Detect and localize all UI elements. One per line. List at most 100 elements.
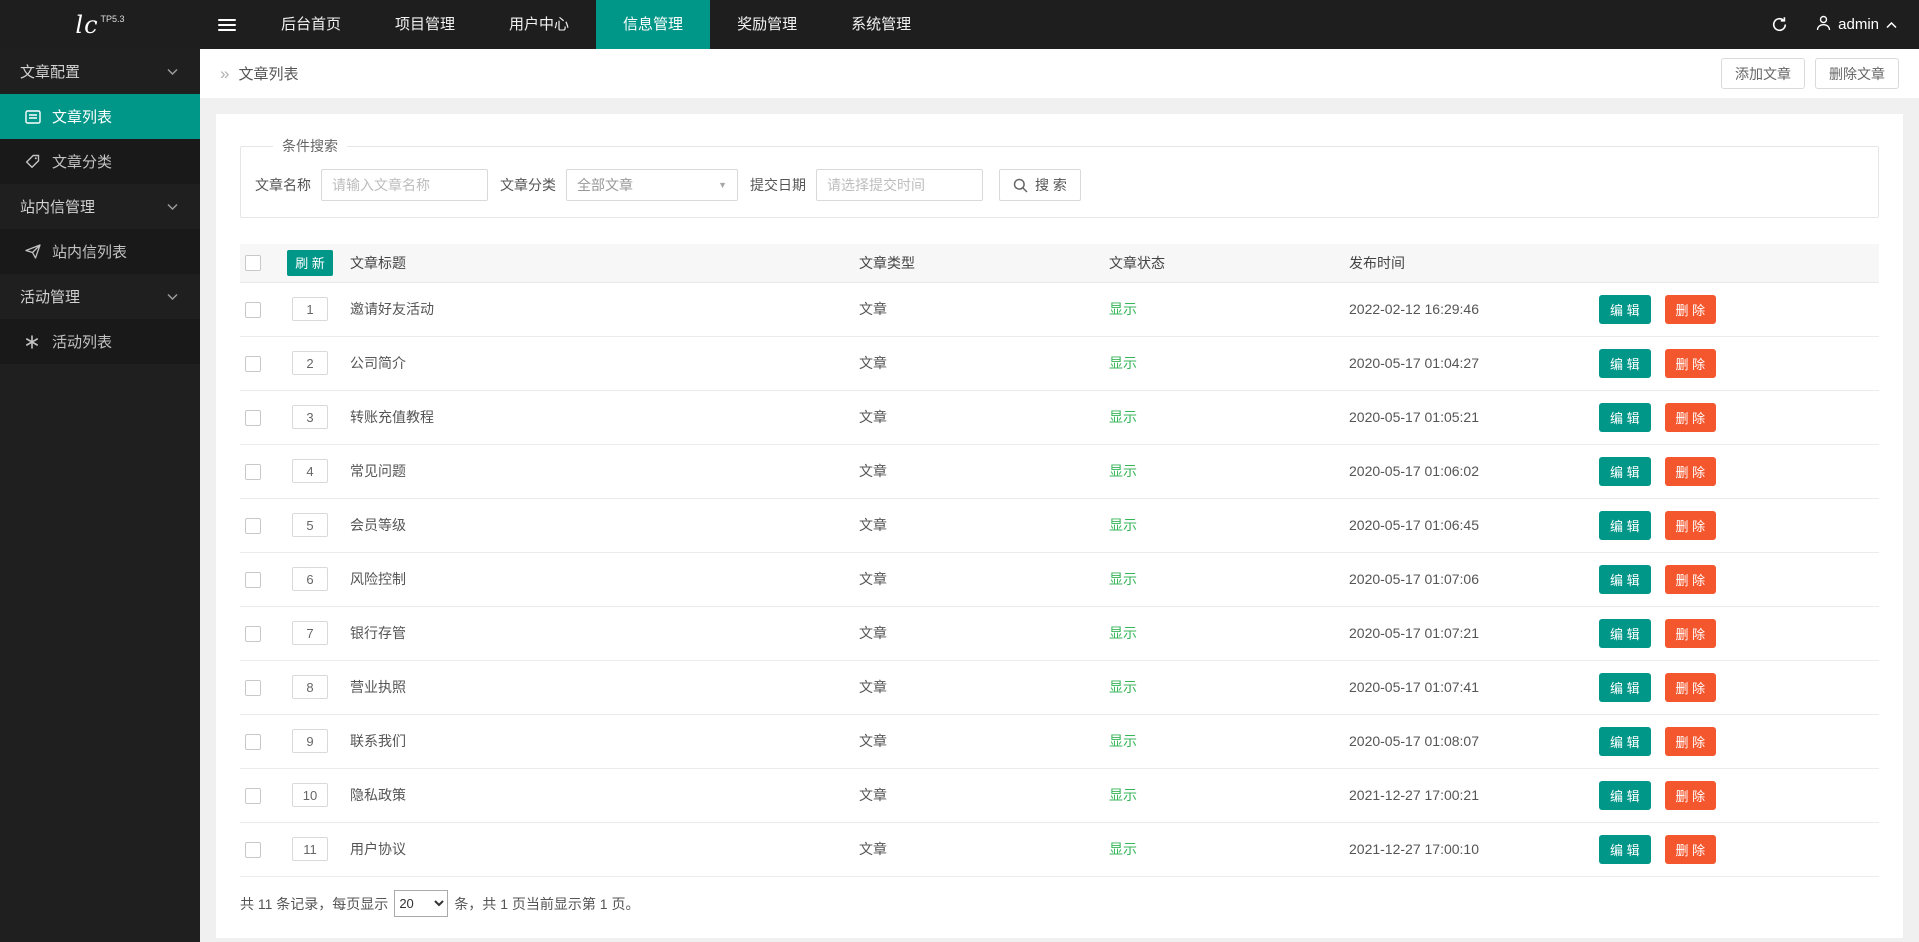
row-checkbox[interactable] xyxy=(245,734,261,750)
article-status[interactable]: 显示 xyxy=(1109,787,1137,803)
chevron-down-icon: ▼ xyxy=(718,180,727,190)
row-checkbox[interactable] xyxy=(245,842,261,858)
logo[interactable]: lc TP5.3 xyxy=(0,0,200,49)
article-name-input[interactable] xyxy=(321,169,488,201)
nav-item-3[interactable]: 用户中心 xyxy=(482,0,596,49)
edit-button[interactable]: 编 辑 xyxy=(1599,403,1651,432)
top-nav: 后台首页项目管理用户中心信息管理奖励管理系统管理 xyxy=(254,0,938,49)
publish-time: 2020-05-17 01:08:07 xyxy=(1349,714,1599,768)
article-status[interactable]: 显示 xyxy=(1109,517,1137,533)
article-title: 公司简介 xyxy=(340,336,859,390)
article-category-label: 文章分类 xyxy=(500,175,556,195)
row-checkbox[interactable] xyxy=(245,302,261,318)
page-size-select[interactable]: 20 xyxy=(394,890,448,917)
edit-button[interactable]: 编 辑 xyxy=(1599,673,1651,702)
category-select[interactable]: 全部文章 ▼ xyxy=(566,169,738,201)
delete-button[interactable]: 删 除 xyxy=(1665,835,1717,864)
delete-article-button[interactable]: 删除文章 xyxy=(1815,58,1899,89)
article-title: 联系我们 xyxy=(340,714,859,768)
refresh-icon[interactable] xyxy=(1758,0,1800,49)
row-checkbox[interactable] xyxy=(245,626,261,642)
sidebar-section-2[interactable]: 站内信管理 xyxy=(0,184,200,229)
pagination-prefix: 共 11 条记录，每页显示 xyxy=(240,894,388,914)
sidebar-item[interactable]: 站内信列表 xyxy=(0,229,200,274)
delete-button[interactable]: 删 除 xyxy=(1665,619,1717,648)
article-type: 文章 xyxy=(859,714,1109,768)
delete-button[interactable]: 删 除 xyxy=(1665,403,1717,432)
article-status[interactable]: 显示 xyxy=(1109,463,1137,479)
row-checkbox[interactable] xyxy=(245,788,261,804)
table-row: 7 银行存管 文章 显示 2020-05-17 01:07:21 编 辑 删 除 xyxy=(240,606,1879,660)
topbar: lc TP5.3 后台首页项目管理用户中心信息管理奖励管理系统管理 admin xyxy=(0,0,1919,49)
pagination-suffix: 条，共 1 页当前显示第 1 页。 xyxy=(454,894,639,914)
content-area: » 文章列表 添加文章 删除文章 条件搜索 文章名称 文章分类 全部文 xyxy=(200,49,1919,942)
article-status[interactable]: 显示 xyxy=(1109,733,1137,749)
edit-button[interactable]: 编 辑 xyxy=(1599,565,1651,594)
delete-button[interactable]: 删 除 xyxy=(1665,295,1717,324)
sidebar: 文章配置文章列表文章分类站内信管理站内信列表活动管理活动列表 xyxy=(0,49,200,942)
edit-button[interactable]: 编 辑 xyxy=(1599,619,1651,648)
breadcrumb-bar: » 文章列表 添加文章 删除文章 xyxy=(200,49,1919,98)
logo-version: TP5.3 xyxy=(101,14,125,24)
search-panel-legend: 条件搜索 xyxy=(273,136,347,156)
edit-button[interactable]: 编 辑 xyxy=(1599,457,1651,486)
row-checkbox[interactable] xyxy=(245,410,261,426)
search-button[interactable]: 搜 索 xyxy=(999,169,1081,201)
select-all-checkbox[interactable] xyxy=(245,255,261,271)
hamburger-icon[interactable] xyxy=(200,0,254,49)
edit-button[interactable]: 编 辑 xyxy=(1599,781,1651,810)
sidebar-item[interactable]: 文章列表 xyxy=(0,94,200,139)
sidebar-item[interactable]: 文章分类 xyxy=(0,139,200,184)
delete-button[interactable]: 删 除 xyxy=(1665,511,1717,540)
nav-item-6[interactable]: 系统管理 xyxy=(824,0,938,49)
article-status[interactable]: 显示 xyxy=(1109,409,1137,425)
delete-button[interactable]: 删 除 xyxy=(1665,673,1717,702)
article-type: 文章 xyxy=(859,282,1109,336)
row-id: 8 xyxy=(292,675,328,699)
column-header-time: 发布时间 xyxy=(1349,244,1599,282)
edit-button[interactable]: 编 辑 xyxy=(1599,727,1651,756)
delete-button[interactable]: 删 除 xyxy=(1665,457,1717,486)
row-id: 4 xyxy=(292,459,328,483)
search-icon xyxy=(1013,178,1028,193)
article-title: 邀请好友活动 xyxy=(340,282,859,336)
edit-button[interactable]: 编 辑 xyxy=(1599,349,1651,378)
article-status[interactable]: 显示 xyxy=(1109,841,1137,857)
sidebar-section-3[interactable]: 活动管理 xyxy=(0,274,200,319)
nav-item-1[interactable]: 后台首页 xyxy=(254,0,368,49)
article-status[interactable]: 显示 xyxy=(1109,625,1137,641)
sidebar-item[interactable]: 活动列表 xyxy=(0,319,200,364)
article-table: 刷 新 文章标题 文章类型 文章状态 发布时间 1 邀请好友活动 文章 显示 2… xyxy=(240,244,1879,877)
add-article-button[interactable]: 添加文章 xyxy=(1721,58,1805,89)
row-checkbox[interactable] xyxy=(245,572,261,588)
delete-button[interactable]: 删 除 xyxy=(1665,727,1717,756)
delete-button[interactable]: 删 除 xyxy=(1665,781,1717,810)
table-header-row: 刷 新 文章标题 文章类型 文章状态 发布时间 xyxy=(240,244,1879,282)
article-status[interactable]: 显示 xyxy=(1109,679,1137,695)
delete-button[interactable]: 删 除 xyxy=(1665,349,1717,378)
row-checkbox[interactable] xyxy=(245,356,261,372)
delete-button[interactable]: 删 除 xyxy=(1665,565,1717,594)
nav-item-5[interactable]: 奖励管理 xyxy=(710,0,824,49)
article-status[interactable]: 显示 xyxy=(1109,355,1137,371)
row-checkbox[interactable] xyxy=(245,518,261,534)
row-id: 1 xyxy=(292,297,328,321)
edit-button[interactable]: 编 辑 xyxy=(1599,295,1651,324)
submit-date-input[interactable] xyxy=(816,169,983,201)
article-status[interactable]: 显示 xyxy=(1109,571,1137,587)
nav-item-4[interactable]: 信息管理 xyxy=(596,0,710,49)
table-refresh-button[interactable]: 刷 新 xyxy=(287,250,333,276)
row-id: 10 xyxy=(292,783,328,807)
page-actions: 添加文章 删除文章 xyxy=(1721,58,1899,89)
article-name-label: 文章名称 xyxy=(255,175,311,195)
article-status[interactable]: 显示 xyxy=(1109,301,1137,317)
row-checkbox[interactable] xyxy=(245,464,261,480)
sidebar-section-1[interactable]: 文章配置 xyxy=(0,49,200,94)
sidebar-item-label: 文章分类 xyxy=(52,151,112,172)
edit-button[interactable]: 编 辑 xyxy=(1599,511,1651,540)
edit-button[interactable]: 编 辑 xyxy=(1599,835,1651,864)
user-menu[interactable]: admin xyxy=(1816,15,1897,35)
row-checkbox[interactable] xyxy=(245,680,261,696)
nav-item-2[interactable]: 项目管理 xyxy=(368,0,482,49)
search-button-label: 搜 索 xyxy=(1035,175,1067,195)
